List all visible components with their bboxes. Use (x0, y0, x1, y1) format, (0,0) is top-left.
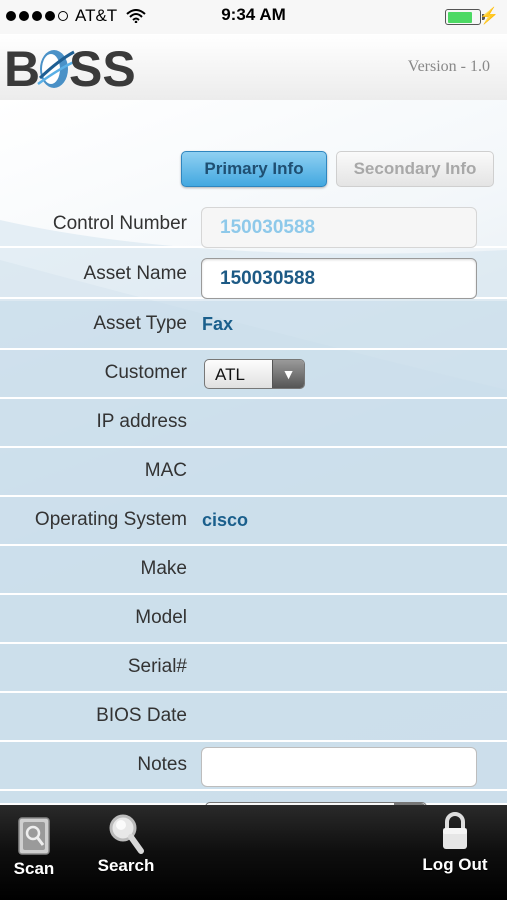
tab-secondary-info[interactable]: Secondary Info (336, 151, 494, 187)
make-label: Make (140, 558, 187, 579)
scan-button[interactable]: Scan (0, 805, 68, 900)
content-area: Primary Info Secondary Info Control Numb… (0, 100, 507, 805)
row-serial: Serial# (0, 644, 507, 693)
version-label: Version - 1.0 (407, 58, 490, 75)
control-number-field: 150030588 (201, 207, 477, 248)
row-make: Make (0, 546, 507, 595)
model-label: Model (135, 607, 187, 628)
search-label: Search (97, 856, 155, 875)
scan-icon (18, 817, 50, 855)
battery-icon (445, 9, 485, 25)
row-operating-system: Operating System cisco (0, 497, 507, 546)
status-time: 9:34 AM (221, 5, 286, 24)
magnifier-icon (109, 814, 144, 854)
search-button[interactable]: Search (86, 805, 166, 900)
row-asset-type: Asset Type Fax (0, 301, 507, 350)
logout-label: Log Out (422, 855, 488, 874)
row-model: Model (0, 595, 507, 644)
row-mac: MAC (0, 448, 507, 497)
logout-button[interactable]: Log Out (412, 805, 498, 900)
boss-logo: B SS (4, 41, 136, 96)
customer-select-value: ATL (215, 365, 245, 384)
status-bar: AT&T 9:34 AM ⚡ (0, 0, 507, 34)
padlock-icon (443, 812, 467, 849)
scan-label: Scan (13, 859, 55, 878)
app-header: B SS Version - 1.0 (0, 34, 507, 100)
tab-primary-info[interactable]: Primary Info (181, 151, 327, 187)
customer-select[interactable]: ATL ▼ (204, 359, 305, 389)
charging-bolt-icon: ⚡ (479, 8, 499, 25)
notes-field[interactable] (201, 747, 477, 787)
ip-address-label: IP address (96, 411, 187, 432)
customer-label: Customer (104, 362, 187, 383)
mac-label: MAC (144, 460, 187, 481)
dropdown-arrow-icon[interactable]: ▼ (272, 360, 304, 388)
bios-date-label: BIOS Date (96, 705, 187, 726)
row-notes: Notes (0, 742, 507, 791)
svg-text:SS: SS (69, 41, 136, 96)
svg-text:B: B (4, 41, 40, 96)
row-asset-name: Asset Name 150030588 (0, 250, 507, 299)
serial-label: Serial# (127, 656, 187, 677)
asset-type-label: Asset Type (93, 313, 187, 334)
row-ip-address: IP address (0, 399, 507, 448)
notes-label: Notes (137, 754, 187, 775)
control-number-label: Control Number (52, 213, 187, 234)
operating-system-value: cisco (202, 510, 249, 530)
row-customer: Customer ATL ▼ (0, 350, 507, 399)
operating-system-label: Operating System (34, 509, 187, 530)
bottom-tab-bar: Scan Search Log Out (0, 805, 507, 900)
row-bios-date: BIOS Date (0, 693, 507, 742)
asset-name-label: Asset Name (83, 263, 187, 284)
asset-type-value: Fax (202, 314, 234, 334)
battery-level (447, 11, 473, 23)
asset-name-field[interactable]: 150030588 (201, 258, 477, 299)
row-control-number: Control Number 150030588 (0, 199, 507, 248)
